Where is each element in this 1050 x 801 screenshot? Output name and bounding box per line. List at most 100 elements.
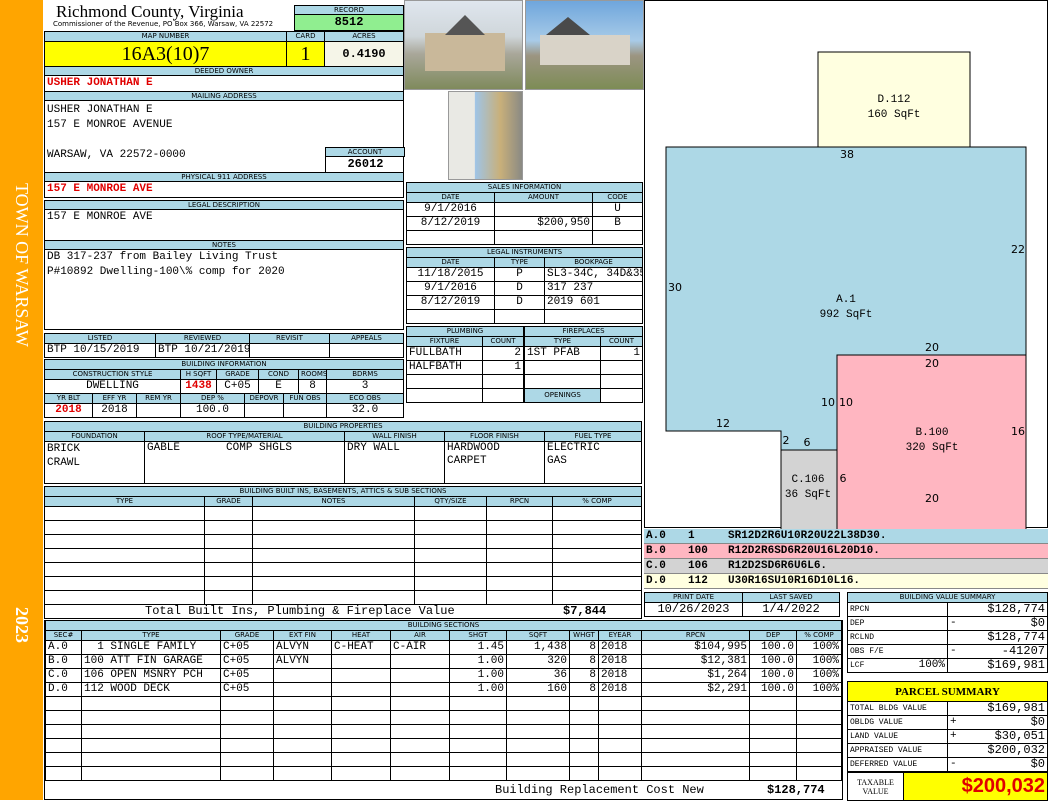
section-cell: [749, 696, 797, 711]
dep-override: [244, 403, 284, 418]
legend-vector: R12D2R6SD6R20U16L20D10.: [728, 545, 880, 557]
section-cell: [220, 696, 274, 711]
plumbing: PLUMBING FIXTURE COUNT FULLBATH 2 HALFBATH 1: [406, 326, 524, 403]
section-cell: [390, 752, 450, 767]
record-label: RECORD: [294, 5, 404, 15]
section-cell: [390, 766, 450, 781]
legal-instruments: LEGAL INSTRUMENTS DATE TYPE BOOKPAGE 11/18…: [406, 247, 643, 324]
value-summary-label: OBS F/E: [847, 644, 896, 659]
section-cell: [273, 738, 332, 753]
area-d-label: D.112: [877, 94, 910, 106]
section-cell: 36: [506, 668, 570, 683]
fuel-type-2: GAS: [547, 455, 567, 467]
builtins-total-label: Total Built Ins, Plumbing & Fireplace Va…: [145, 604, 455, 618]
builtins-notes-header: NOTES: [252, 496, 415, 507]
parcel-value: $30,051: [961, 729, 1048, 744]
builtin-cell: [486, 590, 553, 605]
condition: E: [258, 379, 299, 394]
depovr-header: DEPOVR: [244, 393, 284, 404]
dim-b-right: 16: [1011, 425, 1025, 438]
fireplace-cell: [524, 360, 601, 375]
taxable-value-label: TAXABLE VALUE: [847, 772, 904, 801]
section-cell: [45, 696, 82, 711]
value-summary-label: DEP: [847, 616, 896, 631]
plumbing-row: HALFBATH 1: [406, 360, 524, 375]
legend-code: 100: [688, 545, 708, 557]
floor-finish-2: CARPET: [447, 455, 487, 467]
section-cell: [796, 724, 842, 739]
legend-vector: SR12D2R6U10R20U22L38D30.: [728, 530, 887, 542]
parcel-sign: +: [947, 729, 962, 744]
section-cell: [273, 724, 332, 739]
section-cell: [273, 696, 332, 711]
section-cell: C+05: [220, 640, 274, 655]
plumbing-row: [406, 388, 524, 403]
plumbing-row: [406, 374, 524, 389]
parcel-sign: [947, 701, 962, 716]
section-header: EXT FIN: [273, 630, 332, 641]
section-row: C.0 106 OPEN MSNRY PCH C+05 1.00 36 8 2018 $1,2…: [45, 668, 842, 683]
floor-finish-1: HARDWOOD: [447, 442, 500, 455]
section-cell: 8: [569, 640, 599, 655]
builtin-cell: [552, 520, 642, 535]
building-sketch: D.112 160 SqFt A.1 992 SqFt B.100 320 Sq…: [644, 0, 1048, 529]
section-cell: [390, 668, 450, 683]
section-header: HEAT: [331, 630, 391, 641]
section-row: B.0 100 ATT FIN GARAGE C+05 ALVYN 1.00 320 8 20…: [45, 654, 842, 669]
builtin-cell: [252, 534, 415, 549]
functional-obs: [283, 403, 327, 418]
builtin-cell: [552, 562, 642, 577]
dim-a-step: 12: [716, 417, 730, 430]
section-cell: 100%: [796, 668, 842, 683]
section-cell: 8: [569, 682, 599, 697]
fireplace-count-header: COUNT: [600, 336, 643, 347]
fuel-type-1: ELECTRIC: [547, 442, 600, 455]
physical-address: 157 E MONROE AVE: [44, 182, 404, 198]
section-cell: [331, 738, 391, 753]
sketch-legend-row: B.0 100 R12D2R6SD6R20U16L20D10.: [644, 544, 1048, 559]
area-b-sqft: 320 SqFt: [906, 442, 959, 454]
section-cell: [598, 738, 642, 753]
section-cell: [506, 710, 570, 725]
section-cell: 1.00: [449, 682, 507, 697]
parcel-row: LAND VALUE + $30,051: [847, 729, 1048, 744]
builtin-cell: [552, 534, 642, 549]
appeals-value: [329, 343, 404, 358]
section-header: SQFT: [506, 630, 570, 641]
section-cell: 1.45: [449, 640, 507, 655]
yr-blt-header: YR BLT: [44, 393, 93, 404]
builtin-row: [44, 506, 642, 521]
section-cell: [81, 738, 221, 753]
section-row: [45, 752, 842, 767]
instrument-row: 9/1/2016 D 317 237: [406, 281, 643, 296]
section-cell: [598, 710, 642, 725]
section-cell: 8: [569, 654, 599, 669]
builtin-cell: [204, 520, 253, 535]
dim-a-bottom: 20: [925, 341, 939, 354]
account-label: ACCOUNT: [325, 147, 405, 157]
builtin-cell: [44, 520, 205, 535]
instrument-row: 11/18/2015 P SL3-34C, 34D&35A: [406, 267, 643, 282]
dep-pct-header: DEP %: [180, 393, 245, 404]
area-d-sqft: 160 SqFt: [868, 109, 921, 121]
rooms-header: ROOMS: [298, 369, 327, 380]
section-cell: 100.0: [749, 668, 797, 683]
section-header: RPCN: [641, 630, 750, 641]
section-header: SEC#: [45, 630, 82, 641]
dim-a-c: 6: [804, 436, 811, 449]
section-cell: [273, 668, 332, 683]
value-summary-pct: [895, 630, 948, 645]
card-number: 1: [286, 41, 325, 67]
grade-header: GRADE: [216, 369, 259, 380]
area-b-label: B.100: [915, 427, 948, 439]
section-cell: [598, 752, 642, 767]
plumbing-cell: [406, 388, 483, 403]
builtin-cell: [204, 590, 253, 605]
builtins-title: BUILDING BUILT INS, BASEMENTS, ATTICS & …: [44, 486, 642, 497]
sale-row: [406, 230, 643, 245]
builtin-cell: [414, 590, 487, 605]
section-cell: [506, 752, 570, 767]
dates-box: PRINT DATE LAST SAVED 10/26/2023 1/4/2022: [644, 592, 840, 617]
section-cell: [641, 738, 750, 753]
instrument-cell: 11/18/2015: [406, 267, 495, 282]
